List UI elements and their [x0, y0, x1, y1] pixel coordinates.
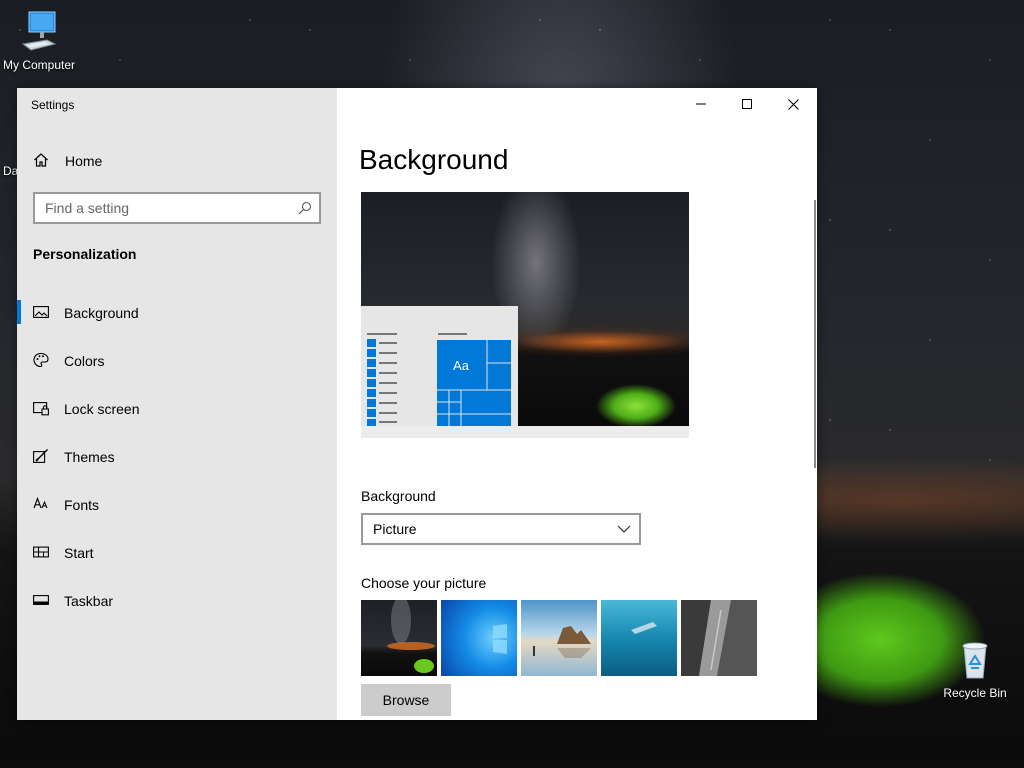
section-title: Personalization [33, 246, 137, 262]
minimize-button[interactable] [678, 88, 724, 120]
search-box [33, 192, 321, 224]
sidebar-nav: Background Colors Lock screen Themes Fon… [17, 288, 337, 624]
maximize-button[interactable] [724, 88, 770, 120]
fonts-icon [33, 496, 48, 509]
sidebar-item-label: Lock screen [64, 401, 140, 417]
themes-icon [33, 449, 48, 463]
sidebar-item-label: Background [64, 305, 139, 321]
sidebar-item-start[interactable]: Start [17, 528, 337, 576]
preview-taskbar [361, 426, 689, 438]
home-icon [34, 153, 48, 167]
sidebar-item-background[interactable]: Background [17, 288, 337, 336]
desktop-icon-my-computer[interactable]: My Computer [0, 10, 81, 72]
sidebar-item-label: Start [64, 545, 94, 561]
sidebar: Settings Home Personalization Backg [17, 88, 337, 720]
chevron-down-icon [617, 525, 631, 533]
browse-button[interactable]: Browse [361, 684, 451, 716]
desktop-icon-recycle-bin[interactable]: Recycle Bin [933, 638, 1017, 700]
content-pane: Background Aa Background Picture Choose … [337, 88, 817, 720]
sidebar-item-home[interactable]: Home [17, 140, 337, 180]
sidebar-item-label: Fonts [64, 497, 100, 513]
preview-start-menu: Aa [361, 306, 518, 426]
close-icon [787, 98, 799, 110]
sidebar-item-label: Themes [64, 449, 115, 465]
thumbnail-windows-light[interactable] [441, 600, 517, 676]
start-icon [33, 546, 49, 558]
choose-picture-label: Choose your picture [361, 575, 487, 591]
thumbnail-rock-cliff[interactable] [681, 600, 757, 676]
lock-screen-icon [33, 402, 49, 416]
sidebar-item-lock-screen[interactable]: Lock screen [17, 384, 337, 432]
close-button[interactable] [770, 88, 816, 120]
maximize-icon [742, 99, 752, 109]
page-title: Background [359, 144, 509, 175]
settings-window: Settings Home Personalization Backg [17, 88, 817, 720]
recycle-bin-icon [962, 642, 988, 679]
preview-tile-label: Aa [453, 358, 470, 373]
desktop-icon-label: Recycle Bin [943, 686, 1007, 700]
window-title: Settings [31, 98, 75, 112]
sidebar-item-label: Home [65, 153, 103, 169]
thumbnail-underwater-swimmer[interactable] [601, 600, 677, 676]
select-value: Picture [373, 521, 417, 537]
sidebar-item-fonts[interactable]: Fonts [17, 480, 337, 528]
taskbar-edge [0, 760, 1024, 768]
search-icon[interactable] [297, 200, 313, 216]
palette-icon [33, 352, 49, 368]
computer-icon [21, 11, 57, 51]
picture-icon [33, 306, 49, 318]
search-input[interactable] [35, 195, 285, 221]
background-type-select[interactable]: Picture [361, 513, 641, 545]
taskbar-icon [33, 595, 49, 605]
thumbnail-milky-way-tent[interactable] [361, 600, 437, 676]
sidebar-item-label: Taskbar [64, 593, 114, 609]
background-preview: Aa [361, 192, 689, 438]
sidebar-item-colors[interactable]: Colors [17, 336, 337, 384]
scrollbar-thumb[interactable] [814, 200, 816, 468]
sidebar-item-taskbar[interactable]: Taskbar [17, 576, 337, 624]
sidebar-item-themes[interactable]: Themes [17, 432, 337, 480]
background-label: Background [361, 488, 436, 504]
desktop-icon-label: My Computer [2, 58, 76, 72]
thumbnail-beach-rocks[interactable] [521, 600, 597, 676]
minimize-icon [696, 103, 706, 105]
sidebar-item-label: Colors [64, 353, 105, 369]
